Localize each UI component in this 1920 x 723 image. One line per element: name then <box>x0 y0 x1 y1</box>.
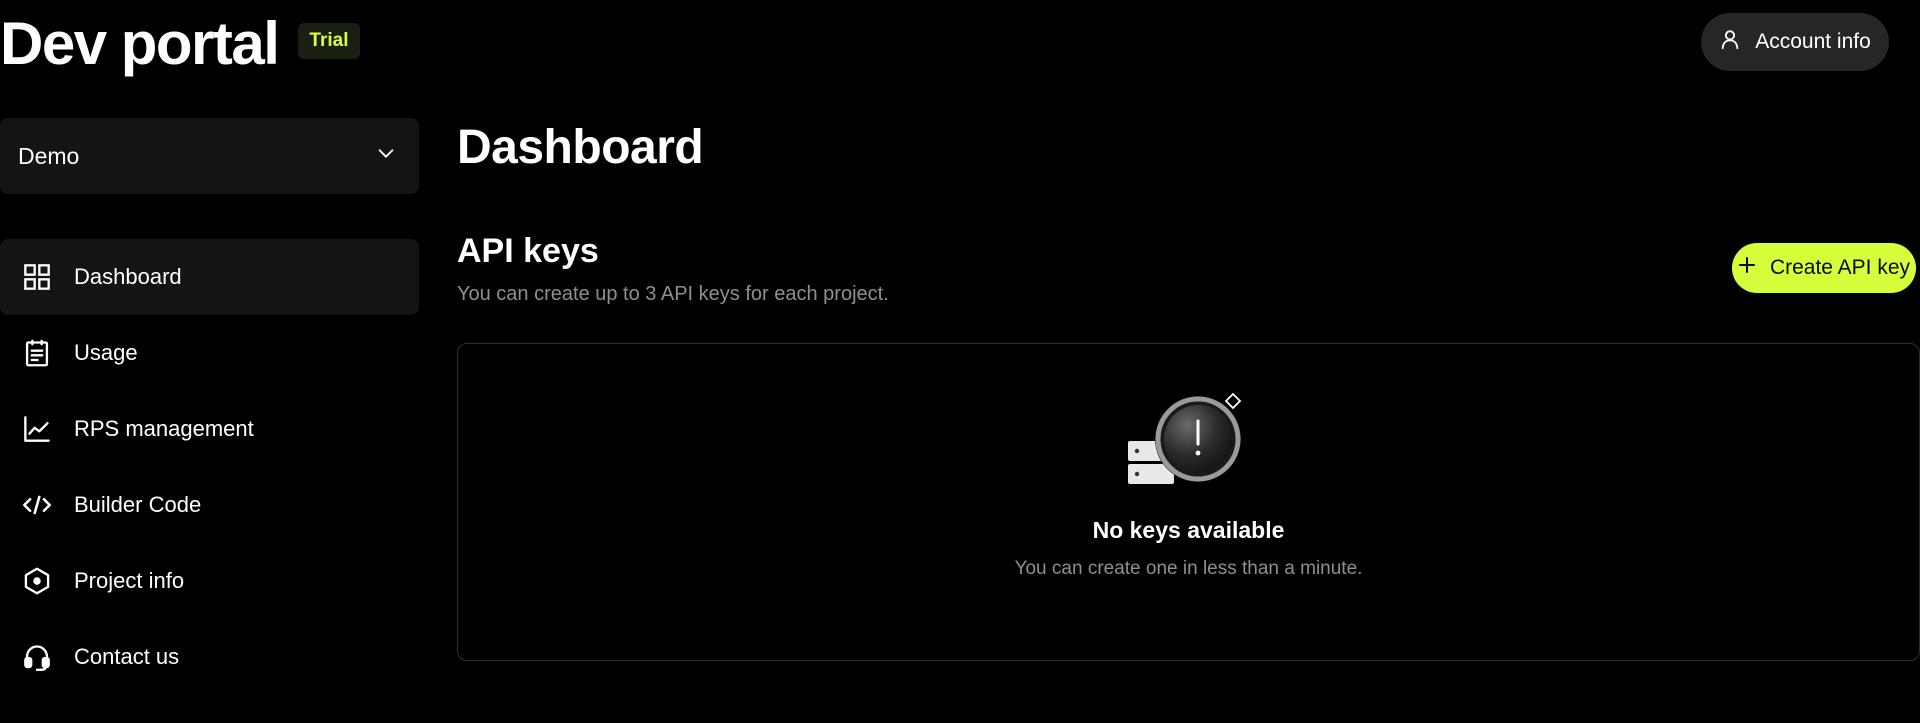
sidebar-item-label: RPS management <box>74 416 254 441</box>
chart-line-icon <box>22 414 52 444</box>
clipboard-icon <box>22 338 52 368</box>
sidebar-item-usage[interactable]: Usage <box>0 315 419 391</box>
sidebar-item-contact-us[interactable]: Contact us <box>0 619 419 695</box>
page-title: Dashboard <box>457 121 704 174</box>
empty-state-title: No keys available <box>1092 517 1285 543</box>
empty-state-subtitle: You can create one in less than a minute… <box>1014 558 1363 579</box>
sidebar-item-label: Dashboard <box>74 264 182 289</box>
sidebar-nav: Dashboard Usage RPS management Builder C… <box>0 239 419 695</box>
account-info-button[interactable]: Account info <box>1701 13 1889 71</box>
sidebar-item-builder-code[interactable]: Builder Code <box>0 467 419 543</box>
account-info-label: Account info <box>1755 30 1871 53</box>
sidebar-item-project-info[interactable]: Project info <box>0 543 419 619</box>
trial-badge: Trial <box>298 23 360 59</box>
section-subtitle: You can create up to 3 API keys for each… <box>457 283 889 305</box>
sidebar-item-label: Contact us <box>74 644 180 669</box>
api-keys-empty-state: No keys available You can create one in … <box>457 343 1920 661</box>
sidebar-item-rps-management[interactable]: RPS management <box>0 391 419 467</box>
sidebar-item-label: Project info <box>74 568 185 593</box>
app-root: Dev portal Trial Account info Demo Dashb… <box>0 0 1920 723</box>
sidebar-item-label: Builder Code <box>74 492 202 517</box>
create-api-key-button[interactable]: Create API key <box>1732 243 1916 293</box>
portal-title: Dev portal <box>0 10 280 77</box>
user-icon <box>1719 28 1741 56</box>
grid-icon <box>22 262 52 292</box>
server-warning-icon <box>1126 392 1256 492</box>
section-title: API keys <box>457 232 599 270</box>
plus-icon <box>1738 256 1756 280</box>
hexagon-icon <box>22 566 52 596</box>
sidebar-item-dashboard[interactable]: Dashboard <box>0 239 419 315</box>
sidebar-item-label: Usage <box>74 340 138 365</box>
headset-icon <box>22 642 52 672</box>
project-selector-value: Demo <box>18 142 80 169</box>
brand: Dev portal Trial <box>0 10 360 78</box>
project-selector[interactable]: Demo <box>0 118 419 194</box>
create-api-key-label: Create API key <box>1769 256 1911 279</box>
code-icon <box>22 490 52 520</box>
chevron-down-icon <box>375 142 397 170</box>
